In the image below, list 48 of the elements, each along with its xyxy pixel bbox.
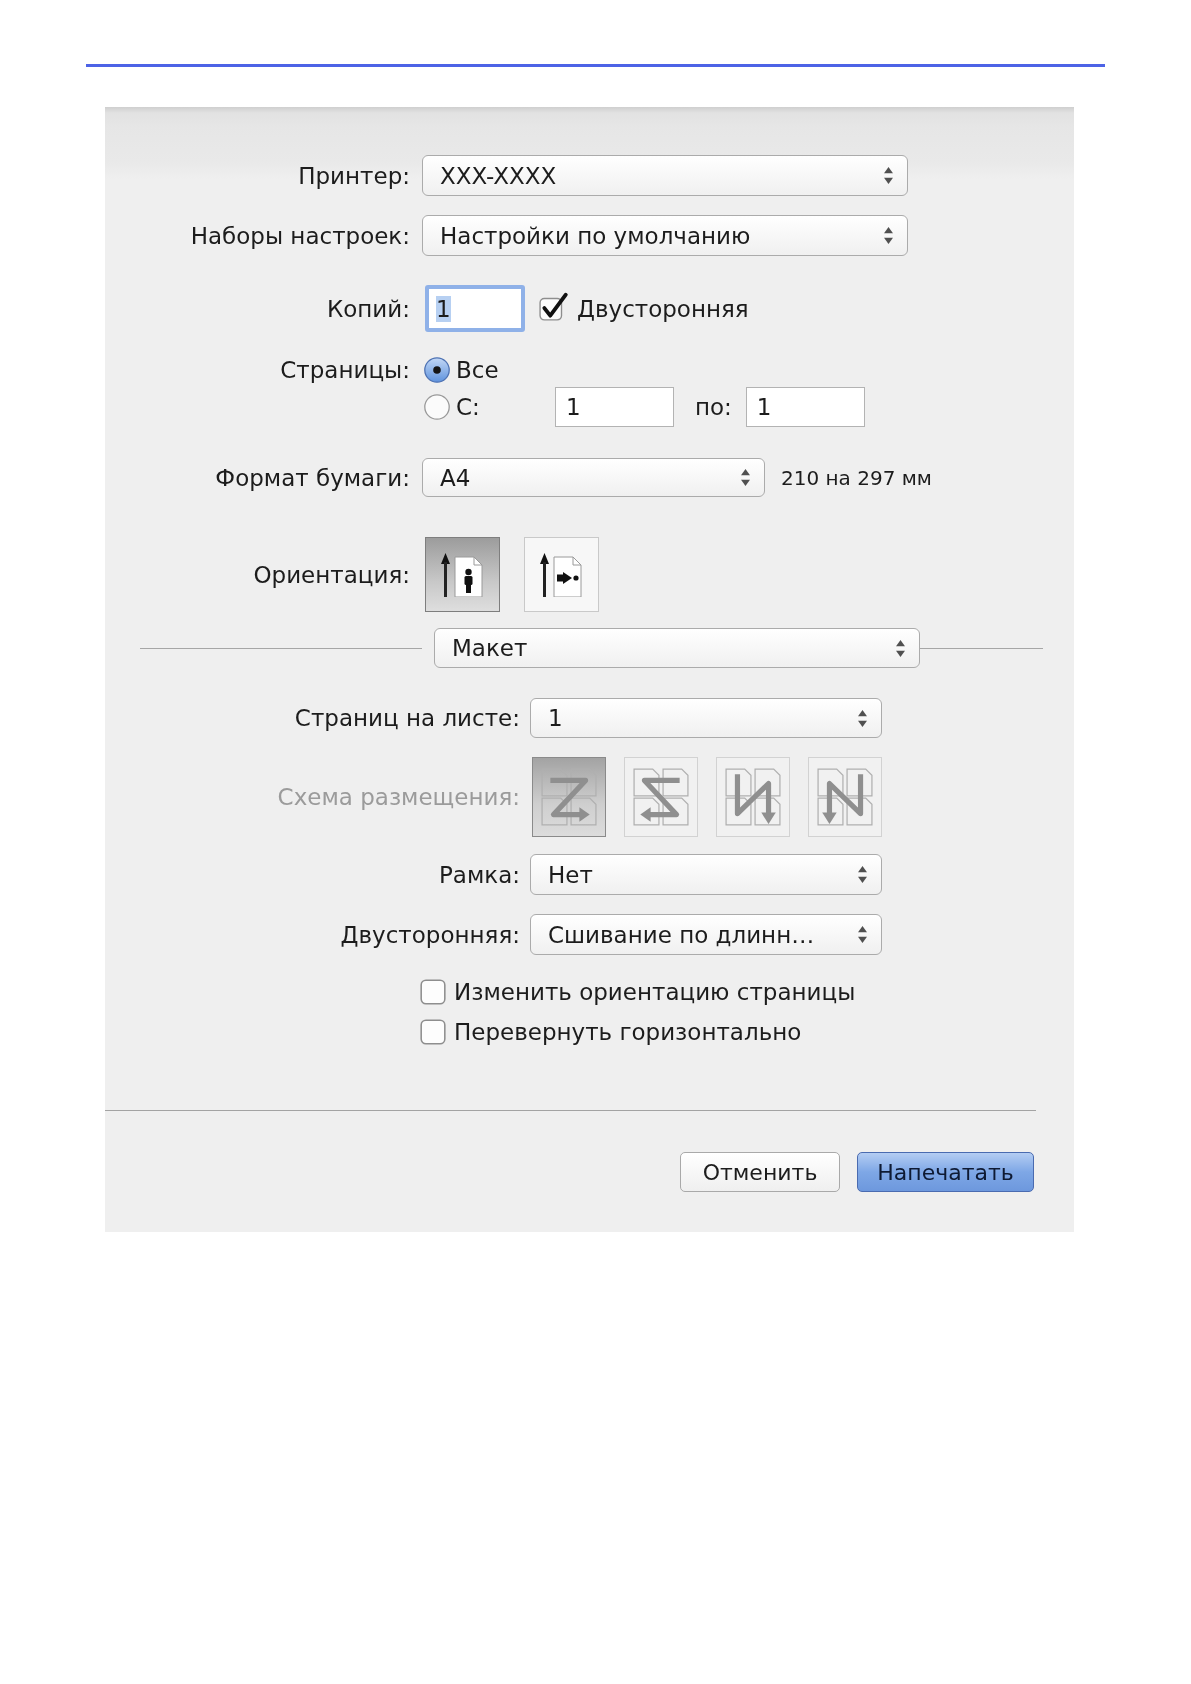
field-label: Страниц на листе: <box>294 705 520 731</box>
reverse-n-arrow-icon <box>817 768 873 826</box>
field-label: Копий: <box>326 295 410 322</box>
field-label: Двусторонняя: <box>340 921 520 948</box>
copies-field[interactable]: 1 <box>425 285 525 332</box>
updown-arrows-icon <box>884 167 893 184</box>
checkbox[interactable] <box>539 292 569 321</box>
checkbox-label[interactable]: Изменить ориентацию страницы <box>454 979 856 1005</box>
field-label: по: <box>695 394 732 420</box>
panel-select[interactable]: Макет <box>434 628 920 668</box>
checkbox-label[interactable]: Перевернуть горизонтально <box>454 1019 802 1045</box>
orientation-button[interactable] <box>524 537 599 612</box>
printer-select[interactable]: XXX-XXXX <box>422 155 908 196</box>
n-arrow-icon <box>725 768 781 826</box>
radio-label[interactable]: С: <box>456 394 480 420</box>
two-sided-select[interactable]: Сшивание по длинн… <box>530 914 882 955</box>
page-to-field[interactable]: 1 <box>745 387 865 427</box>
print-button[interactable]: Напечатать <box>857 1152 1034 1192</box>
reverse-z-arrow-icon <box>633 768 689 826</box>
updown-arrows-icon <box>858 926 867 943</box>
radio-button[interactable] <box>424 394 450 420</box>
paper-size-select[interactable]: A4 <box>422 458 765 497</box>
orientation-button[interactable] <box>425 537 500 612</box>
updown-arrows-icon <box>858 709 867 727</box>
border-select[interactable]: Нет <box>530 854 882 895</box>
field-label: Ориентация: <box>253 561 410 588</box>
portrait-orientation-icon <box>440 552 485 597</box>
radio-label[interactable]: Все <box>456 357 499 383</box>
updown-arrows-icon <box>896 639 905 657</box>
cancel-button[interactable]: Отменить <box>680 1152 840 1192</box>
radio-button[interactable] <box>424 357 450 383</box>
updown-arrows-icon <box>741 469 750 486</box>
field-label: Наборы настроек: <box>190 222 410 249</box>
field-label: Рамка: <box>438 861 520 888</box>
field-label: Схема размещения: <box>277 784 520 810</box>
pages-per-sheet-select[interactable]: 1 <box>530 698 882 738</box>
page-from-field[interactable]: 1 <box>555 387 674 427</box>
presets-select[interactable]: Настройки по умолчанию <box>422 215 908 256</box>
updown-arrows-icon <box>858 866 867 883</box>
field-label: Формат бумаги: <box>215 464 410 491</box>
updown-arrows-icon <box>884 227 893 244</box>
paper-dimensions-text: 210 на 297 мм <box>781 465 932 490</box>
checkbox-label[interactable]: Двусторонняя <box>577 295 749 322</box>
field-label: Принтер: <box>298 162 410 189</box>
landscape-orientation-icon <box>539 552 584 597</box>
field-label: Страницы: <box>280 357 410 383</box>
checkbox[interactable] <box>420 979 446 1005</box>
checkbox[interactable] <box>420 1019 446 1045</box>
